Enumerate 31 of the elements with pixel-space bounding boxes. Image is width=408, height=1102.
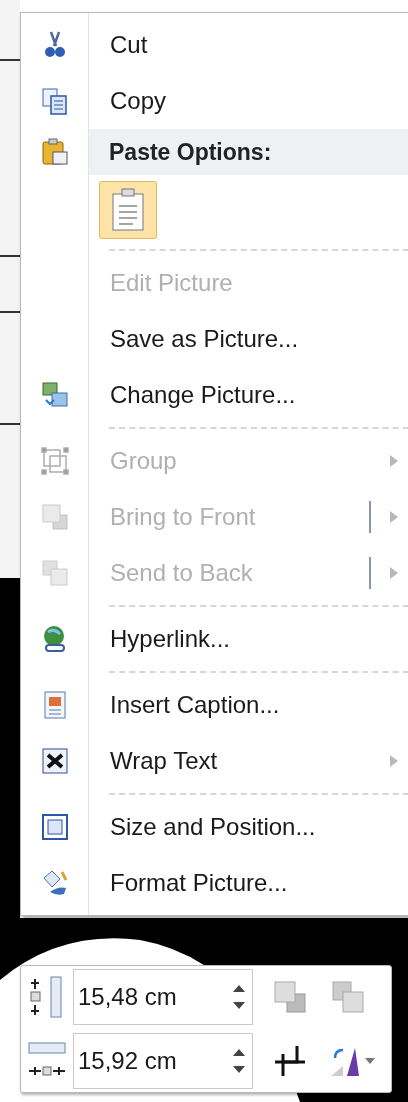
- change-picture-icon: [40, 380, 70, 410]
- size-position-icon: [40, 812, 70, 842]
- split-divider: [369, 501, 371, 533]
- menu-item[interactable]: Cut: [21, 17, 408, 73]
- section-header: Paste Options:: [89, 129, 408, 175]
- submenu-arrow-icon: [389, 754, 399, 768]
- clipboard-page-icon: [111, 188, 145, 232]
- wrap-text-icon: [40, 746, 70, 776]
- menu-item[interactable]: Save as Picture...: [21, 311, 408, 367]
- menu-item[interactable]: Insert Caption...: [21, 677, 408, 733]
- copy-icon: [40, 86, 70, 116]
- menu-item[interactable]: Format Picture...: [21, 855, 408, 911]
- submenu-arrow-icon: [389, 566, 399, 580]
- submenu-arrow-icon: [389, 454, 399, 468]
- send-to-back-icon: [40, 558, 70, 588]
- menu-item[interactable]: Copy: [21, 73, 408, 129]
- size-field[interactable]: 15,92 cm: [73, 1033, 253, 1089]
- clipboard-icon: [40, 137, 70, 167]
- send-backward-icon[interactable]: [331, 980, 365, 1014]
- size-field[interactable]: 15,48 cm: [73, 969, 253, 1025]
- submenu-arrow-icon: [389, 510, 399, 524]
- menu-item[interactable]: Size and Position...: [21, 799, 408, 855]
- crop-icon[interactable]: [273, 1044, 307, 1078]
- paste-keep-formatting-button[interactable]: [99, 181, 157, 239]
- menu-item[interactable]: Wrap Text: [21, 733, 408, 789]
- menu-item[interactable]: Hyperlink...: [21, 611, 408, 667]
- split-divider: [369, 557, 371, 589]
- menu-item[interactable]: Change Picture...: [21, 367, 408, 423]
- group-icon: [40, 446, 70, 476]
- bring-forward-icon[interactable]: [273, 980, 307, 1014]
- bring-to-front-icon: [40, 502, 70, 532]
